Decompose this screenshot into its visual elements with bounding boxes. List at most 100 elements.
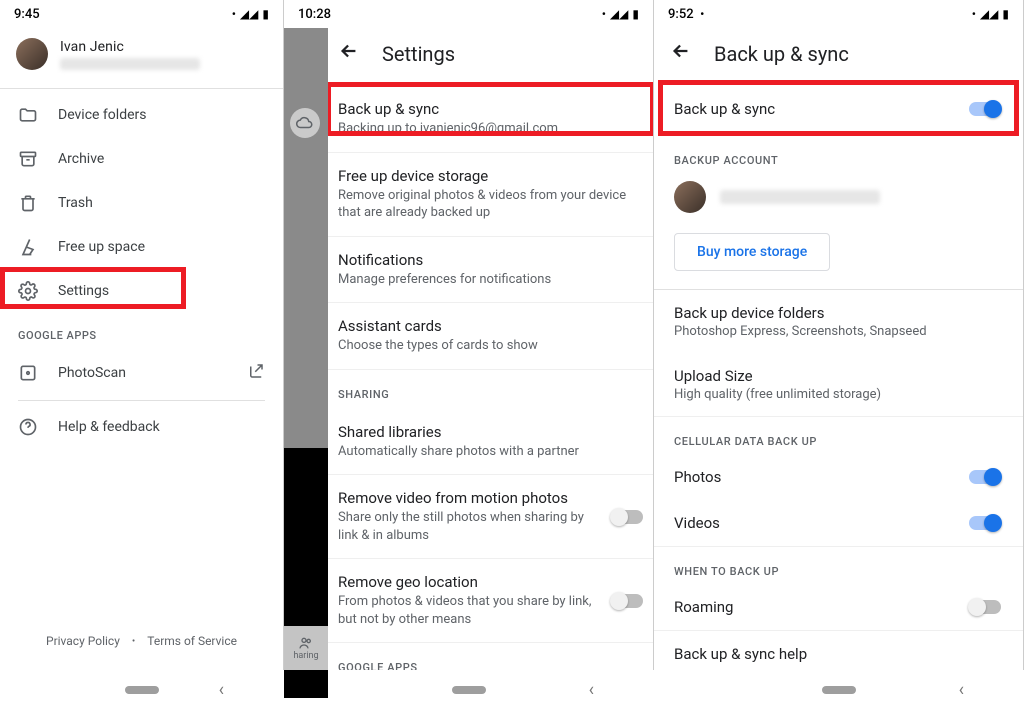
- toggle-switch[interactable]: [611, 594, 643, 608]
- status-time: 9:45: [14, 7, 40, 22]
- gear-icon: [18, 281, 38, 301]
- drawer-screen: 9:45 •◢◢▮ Ivan Jenic Device folders Arch…: [0, 0, 284, 670]
- back-button-icon[interactable]: ‹: [589, 680, 594, 701]
- status-bar: 10:28 •◢◢▮: [284, 0, 653, 28]
- setting-remove-video-motion[interactable]: Remove video from motion photos Share on…: [328, 475, 653, 559]
- setting-backup-device-folders[interactable]: Back up device folders Photoshop Express…: [654, 290, 1023, 353]
- setting-title: Videos: [674, 514, 1003, 532]
- avatar: [16, 38, 48, 70]
- footer: Privacy Policy • Terms of Service: [0, 612, 283, 670]
- toggle-switch[interactable]: [611, 510, 643, 524]
- setting-backup-sync[interactable]: Back up & sync Backing up to ivanjenic96…: [328, 86, 653, 153]
- setting-subtitle: Automatically share photos with a partne…: [338, 443, 643, 461]
- toggle-switch[interactable]: [969, 600, 1001, 614]
- section-label-backup-account: BACKUP ACCOUNT: [654, 136, 1023, 173]
- user-email-blurred: [60, 58, 200, 70]
- setting-title: Notifications: [338, 251, 643, 269]
- privacy-link[interactable]: Privacy Policy: [46, 634, 120, 648]
- section-label-google-apps: GOOGLE APPS: [328, 643, 653, 670]
- setting-subtitle: High quality (free unlimited storage): [674, 387, 1003, 402]
- buy-storage-button[interactable]: Buy more storage: [674, 233, 830, 271]
- setting-cellular-videos[interactable]: Videos: [654, 500, 1023, 547]
- page-title: Back up & sync: [714, 42, 849, 66]
- setting-title: Upload Size: [674, 367, 1003, 385]
- setting-assistant-cards[interactable]: Assistant cards Choose the types of card…: [328, 303, 653, 370]
- toggle-switch[interactable]: [969, 516, 1001, 530]
- setting-title: Back up & sync help: [674, 645, 1003, 663]
- drawer-item-settings[interactable]: Settings: [0, 269, 283, 313]
- setting-title: Back up & sync: [674, 100, 1003, 118]
- back-arrow-icon[interactable]: [670, 40, 692, 68]
- home-pill[interactable]: [452, 686, 486, 694]
- back-button-icon[interactable]: ‹: [959, 680, 964, 701]
- drawer-item-label: Help & feedback: [58, 419, 160, 435]
- setting-subtitle: Choose the types of cards to show: [338, 337, 643, 355]
- back-button-icon[interactable]: ‹: [219, 680, 224, 701]
- backup-sync-screen: 9:52 • •◢◢▮ Back up & sync Back up & syn…: [654, 0, 1024, 670]
- page-title: Settings: [382, 42, 455, 66]
- toggle-switch[interactable]: [969, 470, 1001, 484]
- setting-notifications[interactable]: Notifications Manage preferences for not…: [328, 237, 653, 304]
- system-navbar: ‹: [654, 670, 1024, 710]
- broom-icon: [18, 237, 38, 257]
- external-link-icon: [247, 362, 265, 384]
- drawer-item-label: Trash: [58, 195, 93, 211]
- section-label-cellular: CELLULAR DATA BACK UP: [654, 417, 1023, 454]
- drawer-item-label: Archive: [58, 151, 104, 167]
- terms-link[interactable]: Terms of Service: [147, 634, 237, 648]
- trash-icon: [18, 193, 38, 213]
- section-label-google-apps: GOOGLE APPS: [0, 313, 283, 350]
- setting-upload-size[interactable]: Upload Size High quality (free unlimited…: [654, 353, 1023, 417]
- drawer-item-device-folders[interactable]: Device folders: [0, 93, 283, 137]
- back-arrow-icon[interactable]: [338, 40, 360, 68]
- setting-title: Roaming: [674, 598, 1003, 616]
- setting-subtitle: Manage preferences for notifications: [338, 271, 643, 289]
- section-label-when: WHEN TO BACK UP: [654, 547, 1023, 584]
- home-pill[interactable]: [822, 686, 856, 694]
- setting-subtitle: Photoshop Express, Screenshots, Snapseed: [674, 324, 1003, 339]
- divider: [0, 88, 283, 89]
- settings-screen: 10:28 •◢◢▮ haring Settings Back up & syn…: [284, 0, 654, 670]
- setting-remove-geo[interactable]: Remove geo location From photos & videos…: [328, 559, 653, 643]
- setting-title: Back up & sync: [338, 100, 643, 118]
- status-time: 9:52 •: [668, 7, 704, 22]
- toggle-switch[interactable]: [969, 102, 1001, 116]
- setting-title: Shared libraries: [338, 423, 643, 441]
- panel-header: Settings: [328, 28, 653, 86]
- setting-free-up-storage[interactable]: Free up device storage Remove original p…: [328, 153, 653, 237]
- drawer-item-free-up-space[interactable]: Free up space: [0, 225, 283, 269]
- setting-subtitle: Backing up to ivanjenic96@gmail.com: [338, 120, 643, 138]
- avatar: [674, 181, 706, 213]
- setting-title: Photos: [674, 468, 1003, 486]
- setting-cellular-photos[interactable]: Photos: [654, 454, 1023, 500]
- panel-header: Back up & sync: [654, 28, 1023, 82]
- drawer-item-photoscan[interactable]: PhotoScan: [0, 350, 283, 396]
- drawer-item-help[interactable]: Help & feedback: [0, 405, 283, 449]
- drawer-item-label: Free up space: [58, 239, 145, 255]
- settings-panel: Settings Back up & sync Backing up to iv…: [328, 28, 653, 670]
- account-row[interactable]: [654, 173, 1023, 221]
- drawer-item-label: Device folders: [58, 107, 146, 123]
- archive-icon: [18, 149, 38, 169]
- divider: [18, 400, 265, 401]
- system-navbar: ‹: [284, 670, 654, 710]
- user-name: Ivan Jenic: [60, 39, 200, 55]
- setting-roaming[interactable]: Roaming: [654, 584, 1023, 631]
- setting-title: Assistant cards: [338, 317, 643, 335]
- cloud-icon: [290, 108, 320, 138]
- user-info: Ivan Jenic: [60, 39, 200, 70]
- setting-backup-sync-toggle[interactable]: Back up & sync: [654, 82, 1023, 136]
- status-icons: •◢◢▮: [232, 7, 269, 21]
- setting-subtitle: From photos & videos that you share by l…: [338, 593, 643, 628]
- home-pill[interactable]: [125, 686, 159, 694]
- account-header[interactable]: Ivan Jenic: [0, 28, 283, 84]
- setting-shared-libraries[interactable]: Shared libraries Automatically share pho…: [328, 409, 653, 476]
- backup-sync-panel: Back up & sync Back up & sync BACKUP ACC…: [654, 28, 1023, 670]
- drawer-item-archive[interactable]: Archive: [0, 137, 283, 181]
- status-icons: •◢◢▮: [972, 7, 1009, 21]
- setting-subtitle: Share only the still photos when sharing…: [338, 509, 643, 544]
- photoscan-icon: [18, 363, 38, 383]
- drawer-item-trash[interactable]: Trash: [0, 181, 283, 225]
- setting-title: Free up device storage: [338, 167, 643, 185]
- navbar-row: ‹ ‹ ‹: [0, 670, 1024, 710]
